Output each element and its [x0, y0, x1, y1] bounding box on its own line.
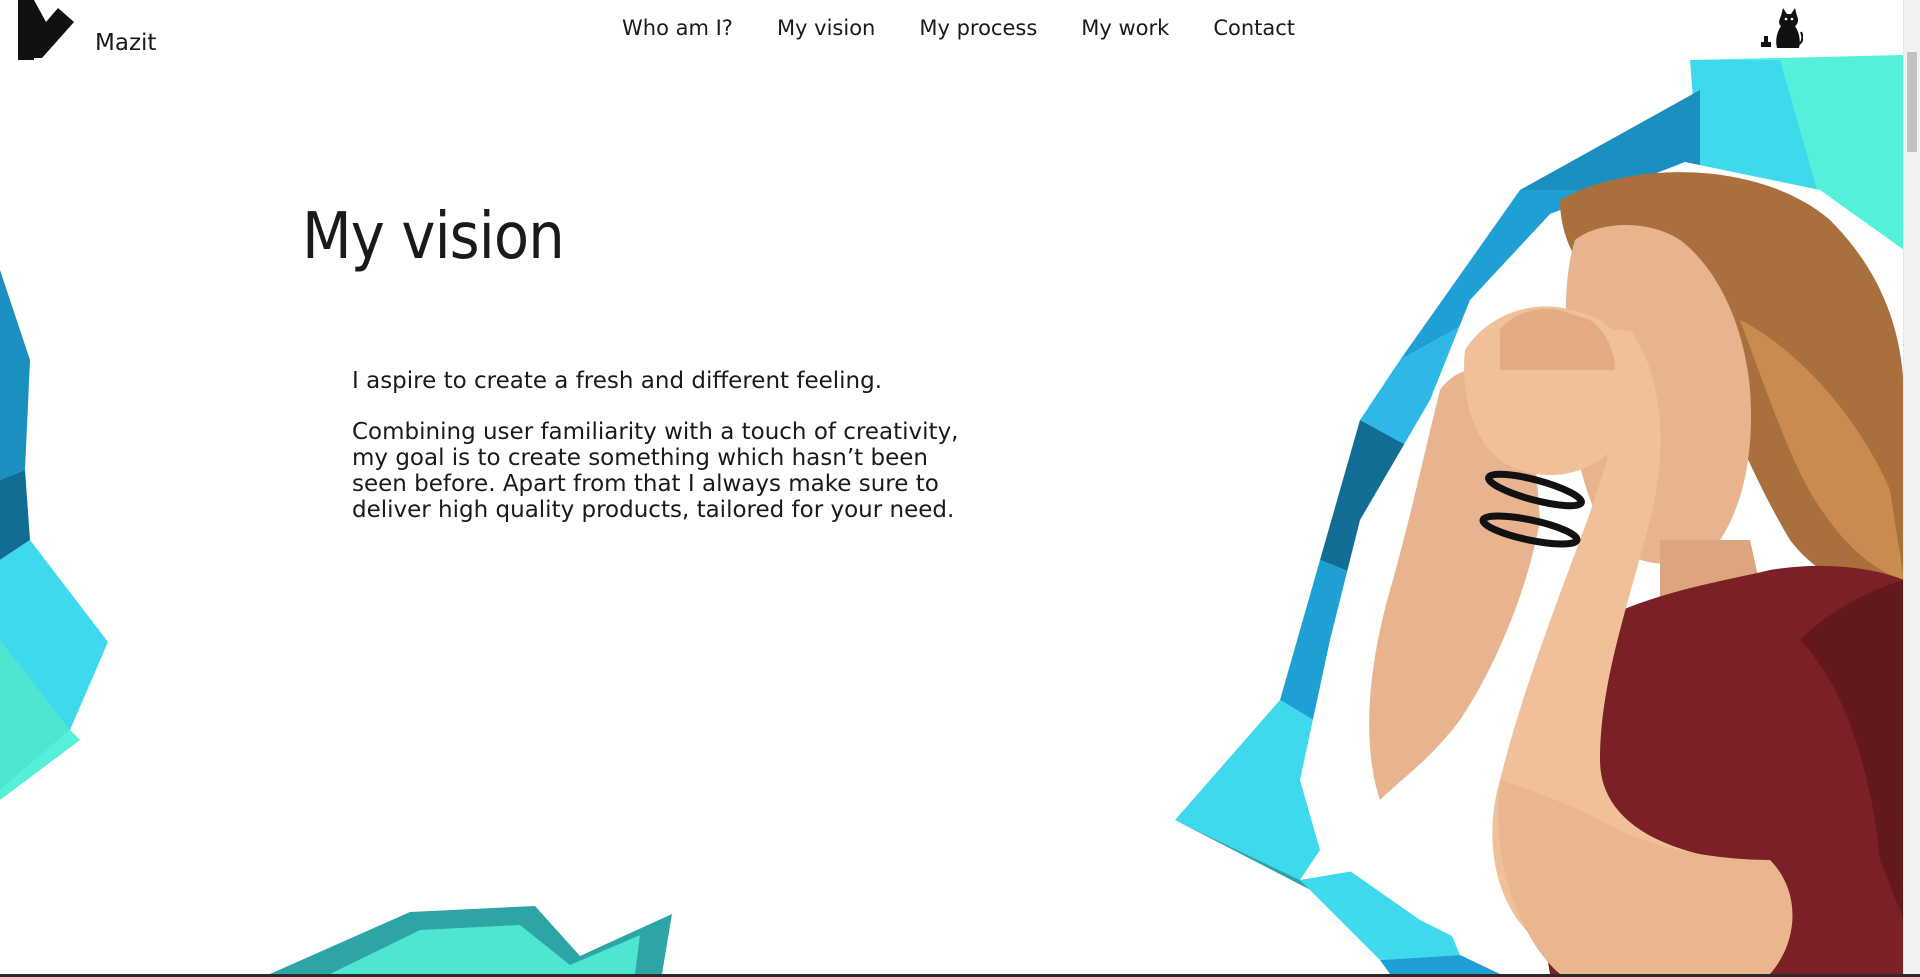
main-nav: Who am I? My vision My process My work C…	[622, 16, 1295, 40]
vision-text: I aspire to create a fresh and different…	[352, 368, 962, 548]
vision-paragraph-1: I aspire to create a fresh and different…	[352, 368, 883, 394]
vision-paragraph-2: Combining user familiarity with a touch …	[352, 419, 959, 523]
left-shard-1	[0, 270, 30, 480]
m-logo-icon[interactable]	[18, 0, 74, 60]
viewport: Mazit Who am I? My vision My process My …	[0, 0, 1904, 974]
nav-my-process[interactable]: My process	[919, 16, 1037, 40]
portrait-photo	[1369, 172, 1904, 974]
cat-icon[interactable]	[1755, 6, 1803, 52]
vertical-scrollbar[interactable]	[1903, 0, 1920, 974]
brand-name[interactable]: Mazit	[95, 30, 156, 56]
nav-who-am-i[interactable]: Who am I?	[622, 16, 733, 40]
scrollbar-thumb[interactable]	[1907, 52, 1917, 152]
nav-my-vision[interactable]: My vision	[777, 16, 875, 40]
page: Mazit Who am I? My vision My process My …	[0, 0, 1920, 977]
site-header: Mazit Who am I? My vision My process My …	[0, 0, 1904, 60]
nav-contact[interactable]: Contact	[1213, 16, 1295, 40]
nav-my-work[interactable]: My work	[1081, 16, 1169, 40]
page-title: My vision	[302, 200, 565, 274]
